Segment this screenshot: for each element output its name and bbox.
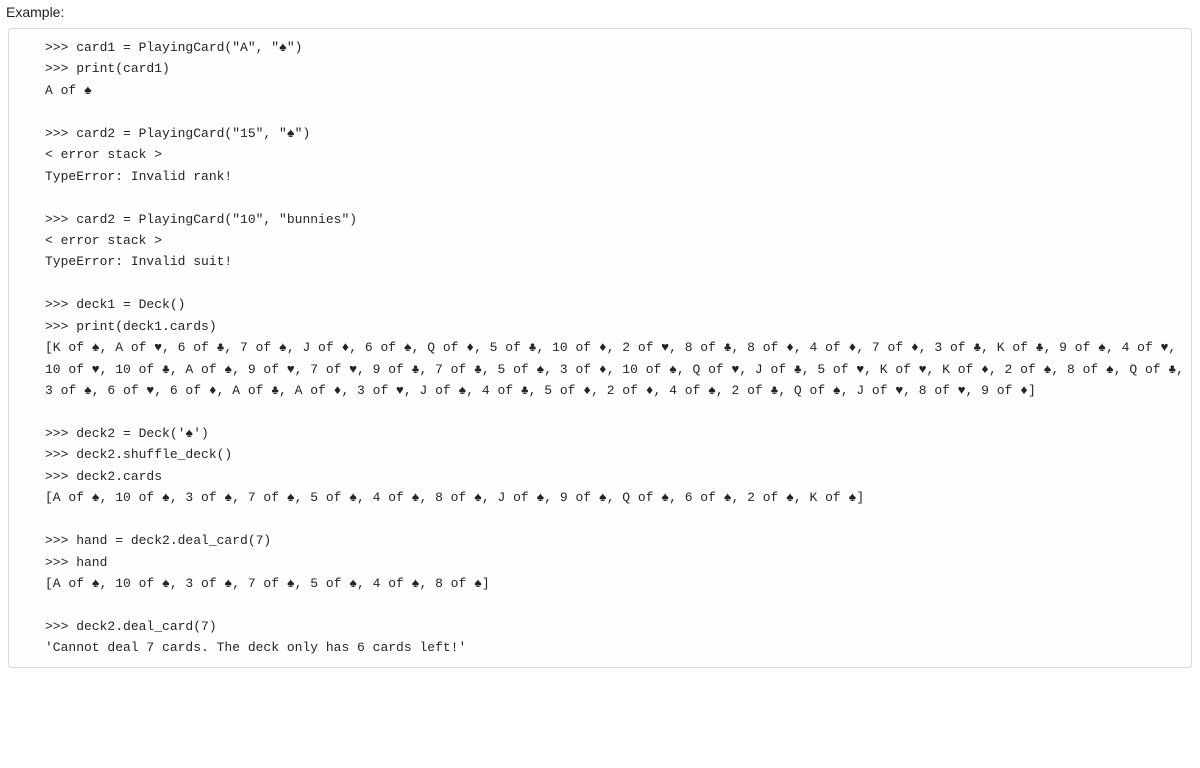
example-heading: Example: <box>0 0 1200 24</box>
document-root: Example: >>> card1 = PlayingCard("A", "♠… <box>0 0 1200 768</box>
code-example-block: >>> card1 = PlayingCard("A", "♠") >>> pr… <box>8 28 1192 668</box>
